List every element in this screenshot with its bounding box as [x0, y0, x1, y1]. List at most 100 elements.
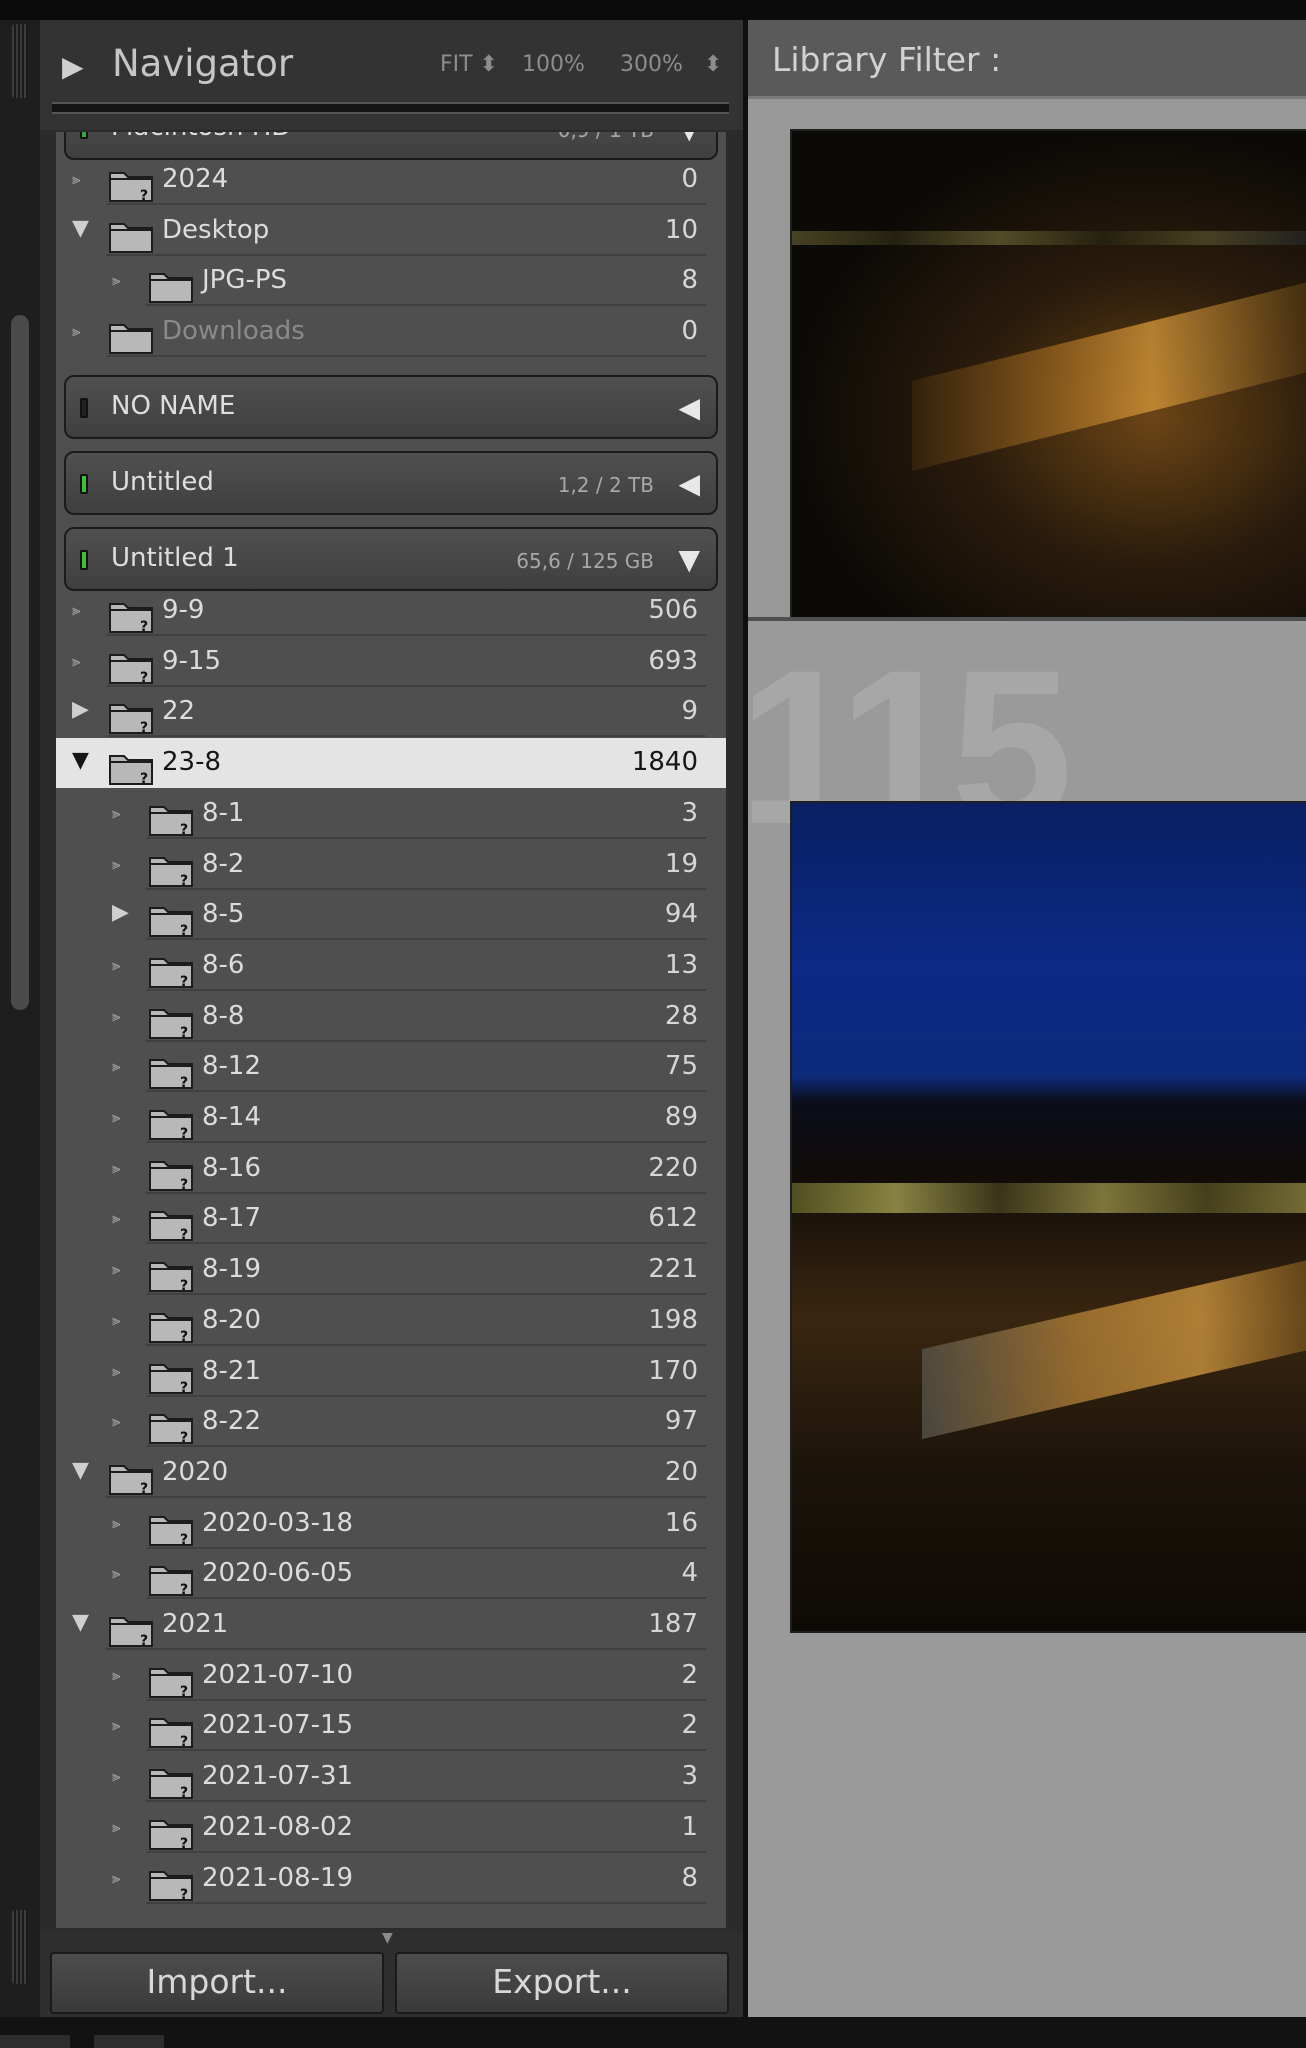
folder-row[interactable]: ⫸? 2024 0: [56, 155, 726, 205]
folder-row[interactable]: ⫸? 8-22 97: [56, 1397, 726, 1448]
folder-row[interactable]: ⫸? 8-12 75: [56, 1042, 726, 1093]
zoom-100-button[interactable]: 100%: [522, 52, 585, 77]
grid-cell-1[interactable]: [748, 99, 1306, 656]
disclosure-empty-icon[interactable]: ⫸: [72, 601, 80, 619]
folder-row[interactable]: ⫸? 2021-08-19 8: [56, 1854, 726, 1904]
import-button[interactable]: Import...: [50, 1952, 384, 2014]
disclosure-empty-icon[interactable]: ⫸: [112, 1311, 120, 1329]
disclosure-empty-icon[interactable]: ⫸: [112, 1716, 120, 1734]
zoom-fit-button[interactable]: FIT ⬍: [440, 52, 498, 77]
missing-folder-icon: ?: [148, 1409, 193, 1446]
volume-header[interactable]: Untitled 1,2 / 2 TB ◀: [64, 451, 718, 515]
disclosure-empty-icon[interactable]: ⫸: [72, 170, 80, 188]
disclosure-empty-icon[interactable]: ⫸: [112, 1767, 120, 1785]
folder-row[interactable]: ⫸ JPG-PS 8: [56, 256, 726, 306]
folder-row[interactable]: ▶? 8-5 94: [56, 890, 726, 941]
disclosure-empty-icon[interactable]: ⫸: [112, 1514, 120, 1532]
volume-expanded-icon[interactable]: ▼: [678, 543, 700, 576]
volume-header[interactable]: Untitled 1 65,6 / 125 GB ▼: [64, 527, 718, 591]
row-separator: [146, 1141, 706, 1143]
folder-row[interactable]: ⫸? 2020-06-05 4: [56, 1549, 726, 1600]
disclosure-empty-icon[interactable]: ⫸: [112, 1260, 120, 1278]
folder-row[interactable]: ⫸? 8-8 28: [56, 992, 726, 1042]
folder-row[interactable]: ⫸? 9-9 506: [56, 586, 726, 636]
navigator-expand-icon[interactable]: ▶: [62, 50, 84, 83]
folder-row[interactable]: ⫸? 8-17 612: [56, 1194, 726, 1245]
disclosure-expanded-icon[interactable]: ▼: [72, 1458, 89, 1483]
disclosure-expanded-icon[interactable]: ▼: [72, 216, 89, 241]
grid-cell-2[interactable]: 115: [738, 621, 1306, 2017]
volume-status-led-icon: [80, 550, 88, 570]
photo-thumbnail-dusk-village[interactable]: [790, 801, 1306, 1633]
folder-row[interactable]: ⫸? 2021-07-10 2: [56, 1651, 726, 1701]
folder-photo-count: 28: [664, 1000, 698, 1031]
folder-row[interactable]: ⫸? 2021-07-31 3: [56, 1752, 726, 1803]
disclosure-empty-icon[interactable]: ⫸: [112, 804, 120, 822]
folder-name: 2021-07-10: [202, 1659, 354, 1690]
zoom-300-button[interactable]: 300%: [620, 52, 683, 77]
missing-folder-icon: ?: [148, 1561, 193, 1598]
folder-row[interactable]: ⫸? 2020-03-18 16: [56, 1499, 726, 1549]
disclosure-collapsed-icon[interactable]: ▶: [72, 697, 89, 722]
folder-row[interactable]: ⫸? 2021-08-02 1: [56, 1803, 726, 1853]
missing-folder-icon: ?: [148, 1004, 193, 1041]
folders-scrollbar[interactable]: [11, 315, 29, 1010]
disclosure-empty-icon[interactable]: ⫸: [72, 322, 80, 340]
folder-icon: [108, 218, 153, 253]
disclosure-empty-icon[interactable]: ⫸: [112, 1057, 120, 1075]
folder-row[interactable]: ⫸? 8-16 220: [56, 1144, 726, 1194]
disclosure-empty-icon[interactable]: ⫸: [112, 956, 120, 974]
folder-row[interactable]: ⫸? 9-15 693: [56, 637, 726, 687]
folder-row[interactable]: ⫸? 8-6 13: [56, 941, 726, 991]
svg-text:?: ?: [180, 1177, 188, 1192]
row-separator: [106, 634, 706, 636]
disclosure-empty-icon[interactable]: ⫸: [112, 1007, 120, 1025]
folder-row[interactable]: ⫸? 8-14 89: [56, 1093, 726, 1143]
volume-collapsed-icon[interactable]: ◀: [678, 391, 700, 424]
folder-row[interactable]: ▶? 22 9: [56, 687, 726, 738]
disclosure-empty-icon[interactable]: ⫸: [112, 855, 120, 873]
svg-text:?: ?: [140, 771, 148, 786]
missing-folder-icon: ?: [148, 1866, 193, 1903]
folder-photo-count: 506: [648, 595, 698, 625]
panel-collapse-handle-bottom[interactable]: [12, 1910, 28, 1984]
folder-row[interactable]: ▼ Desktop 10: [56, 206, 726, 256]
missing-folder-icon: ?: [108, 167, 153, 204]
folder-photo-count: 2: [681, 1710, 698, 1741]
folder-row[interactable]: ⫸? 8-1 3: [56, 789, 726, 839]
folder-row[interactable]: ▼? 2021 187: [56, 1600, 726, 1650]
folder-row[interactable]: ⫸ Downloads 0: [56, 307, 726, 357]
volume-header[interactable]: NO NAME ◀: [64, 375, 718, 439]
disclosure-expanded-icon[interactable]: ▼: [72, 748, 89, 773]
disclosure-expanded-icon[interactable]: ▼: [72, 1610, 89, 1635]
photo-thumbnail-night-houses[interactable]: [790, 129, 1306, 656]
panel-collapse-handle-top[interactable]: [12, 24, 28, 98]
left-panel-edge: [0, 20, 42, 2022]
disclosure-empty-icon[interactable]: ⫸: [72, 652, 80, 670]
navigator-header[interactable]: ▶ Navigator FIT ⬍ 100% 300% ⬍: [40, 20, 743, 130]
disclosure-empty-icon[interactable]: ⫸: [112, 271, 120, 289]
missing-folder-icon: ?: [148, 1511, 193, 1548]
zoom-options-icon[interactable]: ⬍: [704, 52, 722, 77]
disclosure-empty-icon[interactable]: ⫸: [112, 1564, 120, 1582]
folder-row[interactable]: ⫸? 8-21 170: [56, 1347, 726, 1397]
disclosure-collapsed-icon[interactable]: ▶: [112, 900, 129, 925]
folder-row[interactable]: ⫸? 8-20 198: [56, 1296, 726, 1346]
disclosure-empty-icon[interactable]: ⫸: [112, 1666, 120, 1684]
disclosure-empty-icon[interactable]: ⫸: [112, 1869, 120, 1887]
disclosure-empty-icon[interactable]: ⫸: [112, 1209, 120, 1227]
disclosure-empty-icon[interactable]: ⫸: [112, 1818, 120, 1836]
volume-collapsed-icon[interactable]: ◀: [678, 467, 700, 500]
disclosure-empty-icon[interactable]: ⫸: [112, 1159, 120, 1177]
folder-row[interactable]: ▼? 23-8 1840: [56, 738, 726, 789]
folder-row[interactable]: ⫸? 8-2 19: [56, 840, 726, 890]
folder-row[interactable]: ⫸? 8-19 221: [56, 1245, 726, 1296]
folder-row[interactable]: ▼? 2020 20: [56, 1448, 726, 1498]
disclosure-empty-icon[interactable]: ⫸: [112, 1108, 120, 1126]
volume-expanded-icon[interactable]: ▼: [678, 132, 700, 145]
svg-text:?: ?: [180, 1836, 188, 1851]
folder-row[interactable]: ⫸? 2021-07-15 2: [56, 1701, 726, 1752]
disclosure-empty-icon[interactable]: ⫸: [112, 1412, 120, 1430]
disclosure-empty-icon[interactable]: ⫸: [112, 1362, 120, 1380]
export-button[interactable]: Export...: [395, 1952, 729, 2014]
